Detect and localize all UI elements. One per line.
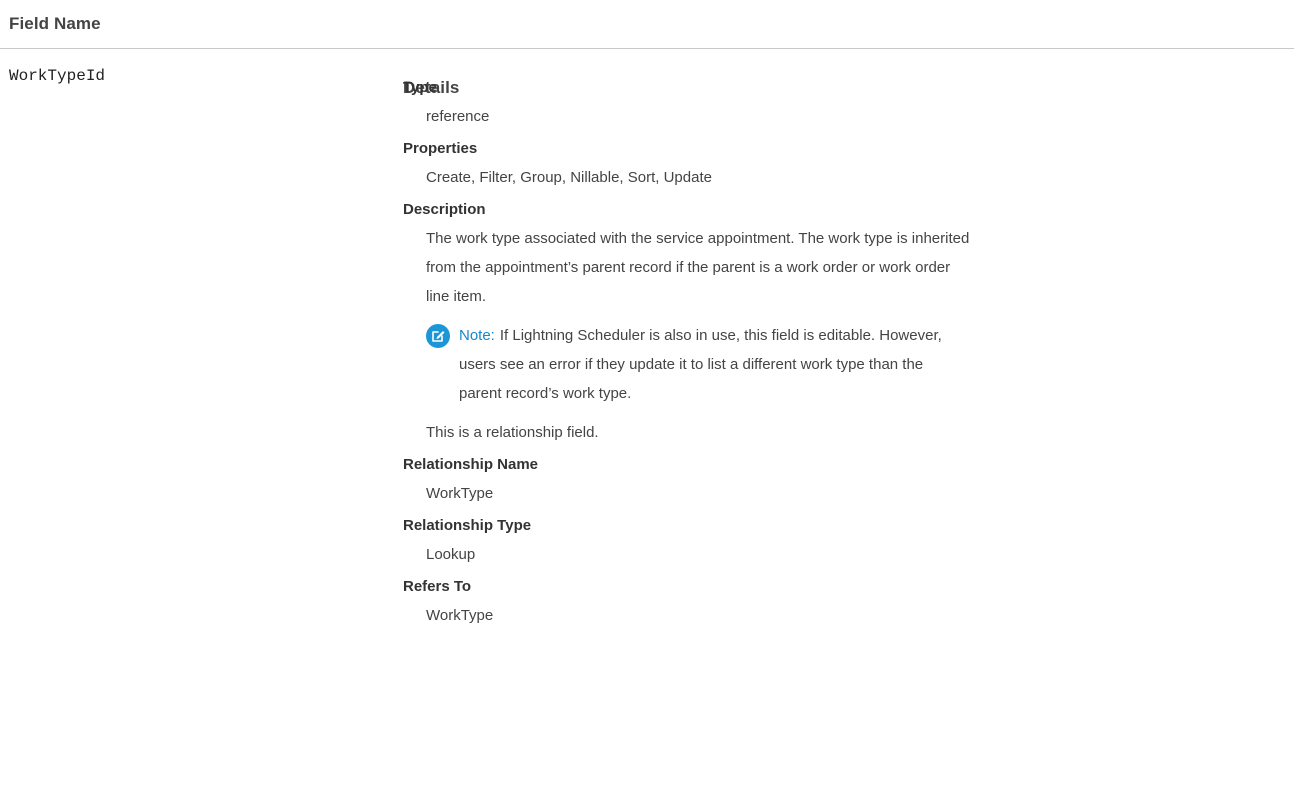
relationship-name-entry: Relationship Name WorkType [403,455,1283,508]
note-callout: Note: If Lightning Scheduler is also in u… [426,321,1283,408]
properties-value: Create, Filter, Group, Nillable, Sort, U… [426,169,712,186]
relationship-type-entry: Relationship Type Lookup [403,516,1283,569]
type-term: Type [403,79,437,96]
relationship-type-value: Lookup [426,546,476,563]
field-name-cell: WorkTypeId [9,67,106,85]
properties-term: Properties [403,140,478,157]
refers-to-term: Refers To [403,578,472,595]
table-header-row: Field Name Details [0,0,1294,97]
type-entry: Type reference [403,78,1283,131]
note-line: Note: If Lightning Scheduler is also in u… [459,321,1283,350]
relationship-type-term: Relationship Type [403,517,532,534]
relationship-field-text: This is a relationship field. [426,424,599,441]
type-value: reference [426,108,490,125]
description-line: The work type associated with the servic… [426,230,970,247]
properties-entry: Properties Create, Filter, Group, Nillab… [403,139,1283,192]
description-line: line item. [426,288,487,305]
description-text: The work type associated with the servic… [426,224,1283,311]
description-entry: Description The work type associated wit… [403,200,1283,447]
description-term: Description [403,201,486,218]
note-label: Note: [459,327,495,344]
refers-to-value: WorkType [426,607,494,624]
field-name-column-header: Field Name [9,14,101,33]
relationship-name-term: Relationship Name [403,456,539,473]
note-text: If Lightning Scheduler is also in use, t… [499,327,942,344]
refers-to-entry: Refers To WorkType [403,577,1283,630]
details-cell: Type reference Properties Create, Filter… [403,78,1283,638]
edit-note-icon [426,324,450,348]
description-line: from the appointment’s parent record if … [426,259,951,276]
note-line: users see an error if they update it to … [459,356,924,373]
relationship-name-value: WorkType [426,485,494,502]
note-line: parent record’s work type. [459,385,632,402]
